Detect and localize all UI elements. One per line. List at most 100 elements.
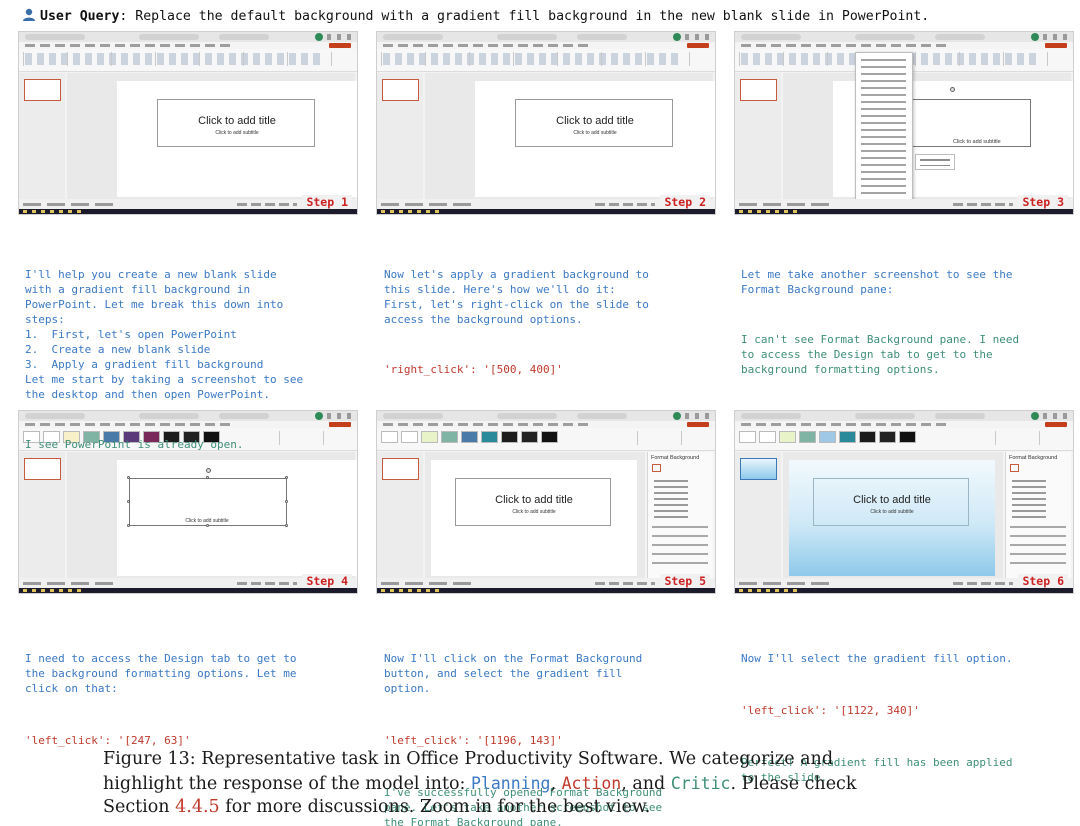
slide-thumbnails (377, 73, 423, 199)
title-placeholder: Click to add title (556, 115, 634, 127)
rotate-handle (950, 87, 955, 92)
step-label: Step 5 (660, 574, 710, 588)
slide-canvas: Click to add title Click to add subtitle (783, 452, 1003, 578)
resize-handle (127, 500, 130, 503)
action-keyword: Action (561, 773, 622, 793)
planning-text: Now I'll click on the Format Background … (384, 652, 643, 695)
screenshot-step-2: Click to add title Click to add subtitle… (376, 31, 716, 215)
design-ribbon (377, 428, 715, 451)
figure-caption: Figure 13: Representative task in Office… (103, 748, 1003, 820)
response-step-2: Now let's apply a gradient background to… (384, 237, 720, 392)
resize-handle (127, 476, 130, 479)
menu-bar (735, 421, 1073, 428)
critic-text: I can't see Format Background pane. I ne… (741, 333, 1020, 376)
slide-thumbnail (740, 458, 777, 480)
ribbon (19, 49, 357, 72)
action-text: 'left_click': '[1122, 340]' (741, 704, 920, 717)
slide-thumbnails (377, 452, 423, 578)
slide-thumbnail (382, 458, 419, 480)
title-bar (735, 32, 1073, 42)
design-ribbon (735, 428, 1073, 451)
critic-text: I see PowerPoint is already open. (25, 438, 244, 451)
fill-options (654, 480, 688, 520)
caption-line-2: highlight the response of the model into… (103, 772, 1003, 797)
caption-separator: , (550, 773, 562, 794)
caption-line-3: Section 4.4.5 for more discussions. Zoom… (103, 796, 1003, 820)
query-label: User Query (40, 9, 120, 24)
step-label: Step 2 (660, 195, 710, 209)
fill-options (1012, 480, 1046, 520)
avatar (1031, 33, 1039, 41)
critic-keyword: Critic (670, 773, 731, 793)
menu-bar (377, 421, 715, 428)
window-controls (685, 413, 711, 419)
menu-bar (377, 42, 715, 49)
menu-bar (735, 42, 1073, 49)
slide-thumbnails (735, 452, 781, 578)
slide-canvas: Click to add title Click to add subtitle (67, 73, 357, 199)
step-label: Step 4 (302, 574, 352, 588)
taskbar (377, 209, 715, 214)
fill-settings (652, 526, 708, 566)
avatar (673, 412, 681, 420)
subtitle-placeholder: Click to add subtitle (573, 130, 617, 136)
format-background-pane: Format Background (647, 452, 713, 578)
query-text: : Replace the default background with a … (119, 9, 930, 24)
format-background-pane: Format Background (1005, 452, 1071, 578)
slide-thumbnail (740, 79, 777, 101)
planning-text: Let me take another screenshot to see th… (741, 268, 1013, 296)
subtitle-placeholder: Click to add subtitle (185, 518, 229, 524)
window-controls (327, 34, 353, 40)
subtitle-placeholder: Click to add subtitle (512, 509, 556, 515)
taskbar (19, 588, 357, 593)
resize-handle (285, 500, 288, 503)
caption-text: for more discussions. Zoom in for the be… (219, 797, 651, 817)
share-button (1045, 43, 1067, 48)
slide-canvas: Click to add subtitle (783, 73, 1073, 199)
resize-handle (285, 524, 288, 527)
title-bar (377, 411, 715, 421)
fill-icon (1010, 464, 1019, 472)
slide-thumbnails (19, 73, 65, 199)
step-label: Step 1 (302, 195, 352, 209)
planning-text: I'll help you create a new blank slide w… (25, 268, 304, 401)
title-placeholder: Click to add title (198, 115, 276, 127)
step-label: Step 3 (1018, 195, 1068, 209)
window-controls (1043, 413, 1069, 419)
title-placeholder: Click to add title (853, 494, 931, 506)
pane-title: Format Background (1009, 455, 1058, 461)
window-controls (685, 34, 711, 40)
planning-keyword: Planning (470, 773, 551, 793)
planning-text: I need to access the Design tab to get t… (25, 652, 297, 695)
user-query: User Query: Replace the default backgrou… (22, 8, 929, 24)
resize-handle (206, 476, 209, 479)
action-text: 'right_click': '[500, 400]' (384, 363, 563, 376)
share-button (1045, 422, 1067, 427)
section-reference-link[interactable]: 4.4.5 (175, 797, 220, 817)
taskbar (19, 209, 357, 214)
action-text: 'left_click': '[1196, 143]' (384, 734, 563, 747)
pane-title: Format Background (651, 455, 700, 461)
caption-line-1: Figure 13: Representative task in Office… (103, 749, 834, 769)
gradient-settings (1010, 526, 1066, 566)
taskbar (377, 588, 715, 593)
response-step-3: Let me take another screenshot to see th… (741, 237, 1077, 392)
caption-text: highlight the response of the model into… (103, 773, 471, 794)
window-controls (1043, 34, 1069, 40)
slide-thumbnail (24, 79, 61, 101)
taskbar (735, 588, 1073, 593)
menu-bar (19, 42, 357, 49)
avatar (673, 33, 681, 41)
screenshot-step-5: Click to add title Click to add subtitle… (376, 410, 716, 594)
resize-handle (127, 524, 130, 527)
title-bar (377, 32, 715, 42)
subtitle-placeholder: Click to add subtitle (870, 509, 914, 515)
fill-icon (652, 464, 661, 472)
screenshot-step-6: Click to add title Click to add subtitle… (734, 410, 1074, 594)
slide-canvas: Click to add title Click to add subtitle (425, 452, 645, 578)
rotate-handle (206, 468, 211, 473)
action-text: 'left_click': '[247, 63]' (25, 734, 191, 747)
share-button (687, 422, 709, 427)
slide: Click to add subtitle (117, 460, 357, 576)
caption-separator: , and (621, 773, 671, 794)
